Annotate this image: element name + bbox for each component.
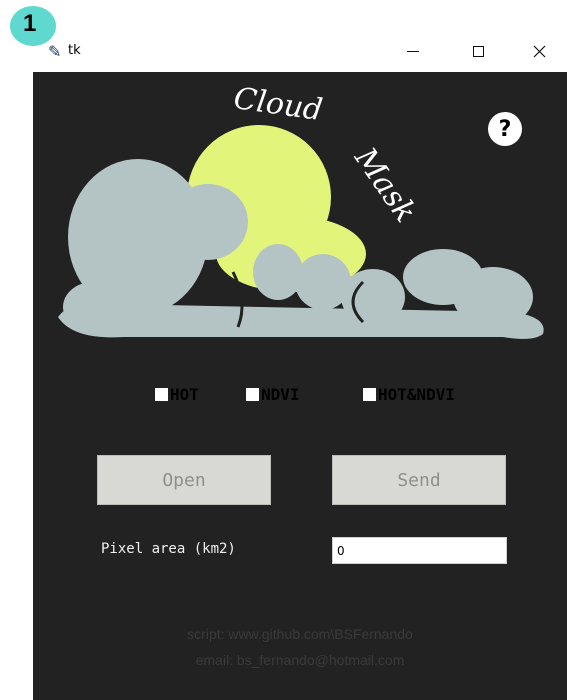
- checkbox-box[interactable]: [155, 388, 168, 401]
- hot-checkbox[interactable]: HOT: [155, 385, 199, 404]
- minimize-button[interactable]: [390, 36, 436, 66]
- maximize-button[interactable]: [455, 36, 501, 66]
- footer-email: email: bs_fernando@hotmail.com: [195, 652, 405, 668]
- help-icon: ?: [498, 116, 512, 142]
- cloud-mask-logo: Cloud Mask: [58, 81, 544, 339]
- step-badge: 1: [10, 6, 56, 46]
- step-number: 1: [23, 10, 37, 37]
- send-button[interactable]: Send: [332, 455, 506, 505]
- help-button[interactable]: ?: [488, 112, 522, 146]
- logo-text-cloud: Cloud: [231, 81, 324, 128]
- feather-icon: ✎: [48, 44, 62, 61]
- ndvi-checkbox[interactable]: NDVI: [246, 385, 300, 404]
- window-titlebar: ✎ tk: [0, 0, 567, 72]
- pixel-area-label: Pixel area (km2): [101, 541, 236, 557]
- open-button[interactable]: Open: [97, 455, 271, 505]
- minimize-icon: [407, 50, 419, 52]
- maximize-icon: [472, 45, 484, 57]
- hot-ndvi-label: HOT&NDVI: [378, 385, 456, 404]
- logo-text-mask: Mask: [347, 141, 423, 229]
- checkbox-box[interactable]: [246, 388, 259, 401]
- close-icon: [533, 45, 545, 57]
- footer-script: script: www.github.com\BSFernando: [187, 626, 413, 642]
- app-window: Cloud Mask ? HOT NDVI HOT&NDVI Open Send…: [33, 72, 567, 700]
- ndvi-label: NDVI: [261, 385, 300, 404]
- pixel-area-input[interactable]: [332, 537, 507, 564]
- window-title: tk: [68, 43, 81, 58]
- hot-ndvi-checkbox[interactable]: HOT&NDVI: [363, 385, 455, 404]
- checkbox-box[interactable]: [363, 388, 376, 401]
- close-button[interactable]: [516, 36, 562, 66]
- index-options: HOT NDVI HOT&NDVI: [33, 385, 567, 405]
- hot-label: HOT: [170, 385, 199, 404]
